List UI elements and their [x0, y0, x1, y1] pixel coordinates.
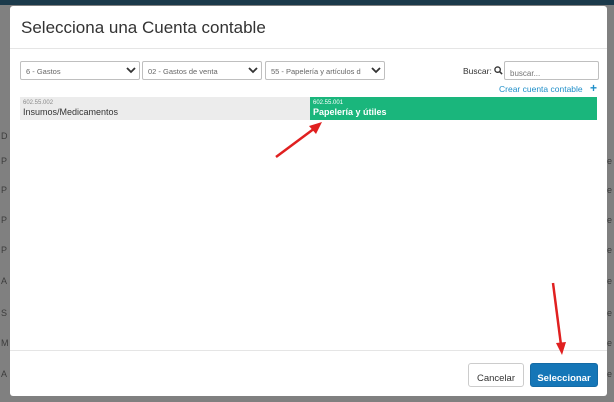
- search-label: Buscar:: [463, 66, 492, 76]
- background-row-text: P: [1, 185, 8, 195]
- background-row-text: S: [1, 308, 8, 318]
- modal-header: Selecciona una Cuenta contable: [10, 6, 607, 49]
- background-row-text: e: [606, 156, 612, 166]
- background-row-text: P: [1, 156, 8, 166]
- level2-select[interactable]: 02 - Gastos de venta: [142, 61, 262, 80]
- plus-icon[interactable]: +: [590, 81, 597, 95]
- background-row-text: e: [606, 185, 612, 195]
- background-row-text: M: [1, 338, 9, 348]
- chevron-down-icon: [248, 67, 258, 74]
- account-code: 602.55.002: [23, 100, 54, 106]
- background-row-text: e: [606, 215, 612, 225]
- background-row-text: e: [606, 369, 612, 379]
- account-option[interactable]: 602.55.002 Insumos/Medicamentos: [20, 97, 310, 120]
- level3-select-value: 55 - Papelería y artículos d: [271, 67, 361, 76]
- search-icon: [494, 66, 503, 75]
- background-row-text: e: [606, 276, 612, 286]
- background-row-text: P: [1, 245, 8, 255]
- level1-select-value: 6 - Gastos: [26, 67, 61, 76]
- background-row-text: A: [1, 369, 8, 379]
- modal-footer: Cancelar Seleccionar: [10, 350, 607, 396]
- account-name: Papelería y útiles: [313, 107, 387, 117]
- account-code: 602.55.001: [313, 100, 344, 106]
- background-row-text: A: [1, 276, 8, 286]
- cancel-button[interactable]: Cancelar: [468, 363, 524, 387]
- modal-title: Selecciona una Cuenta contable: [21, 18, 266, 37]
- account-option-selected[interactable]: 602.55.001 Papelería y útiles: [310, 97, 597, 120]
- background-row-text: e: [606, 338, 612, 348]
- chevron-down-icon: [371, 67, 381, 74]
- chevron-down-icon: [126, 67, 136, 74]
- account-name: Insumos/Medicamentos: [23, 107, 119, 117]
- level1-select[interactable]: 6 - Gastos: [20, 61, 140, 80]
- select-button[interactable]: Seleccionar: [530, 363, 598, 387]
- background-topbar: [0, 0, 614, 5]
- level2-select-value: 02 - Gastos de venta: [148, 67, 218, 76]
- level3-select[interactable]: 55 - Papelería y artículos d: [265, 61, 385, 80]
- background-row-text: D: [1, 131, 8, 141]
- background-row-text: P: [1, 215, 8, 225]
- search-input[interactable]: [504, 61, 599, 80]
- select-account-modal: Selecciona una Cuenta contable 6 - Gasto…: [10, 6, 607, 396]
- background-row-text: e: [606, 308, 612, 318]
- create-account-link[interactable]: Crear cuenta contable: [499, 84, 583, 94]
- background-row-text: e: [606, 245, 612, 255]
